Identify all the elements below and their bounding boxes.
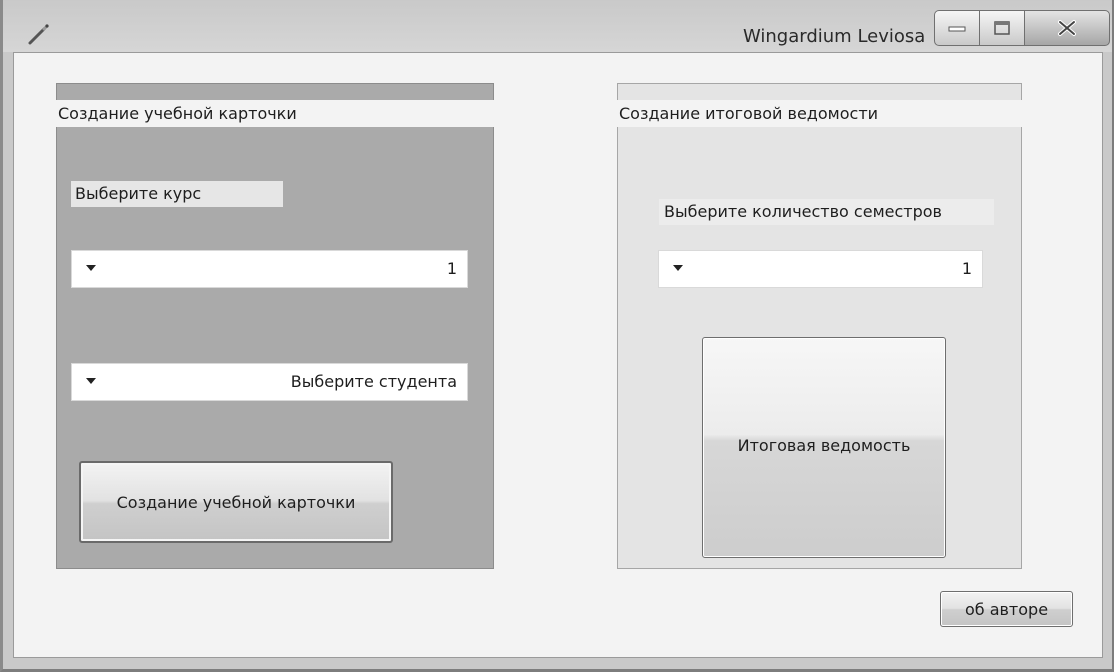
semesters-select-value: 1: [961, 259, 972, 278]
statement-panel: Создание итоговой ведомости Выберите кол…: [617, 83, 1023, 569]
create-card-button[interactable]: Создание учебной карточки: [79, 461, 393, 543]
course-select[interactable]: 1: [71, 250, 468, 288]
client-area: Создание учебной карточки Выберите курс …: [13, 52, 1103, 658]
course-select-value: 1: [446, 259, 457, 278]
create-card-button-label: Создание учебной карточки: [116, 492, 356, 512]
dropdown-arrow-icon: [673, 265, 683, 271]
about-author-button[interactable]: об авторе: [940, 591, 1073, 627]
maximize-button[interactable]: [979, 10, 1025, 46]
student-select[interactable]: Выберите студента: [71, 363, 468, 401]
wand-icon: [28, 24, 49, 45]
minimize-icon: [948, 26, 966, 32]
card-panel-header: Создание учебной карточки: [56, 100, 495, 127]
semesters-label: Выберите количество семестров: [659, 199, 994, 225]
final-statement-button-label: Итоговая ведомость: [737, 436, 911, 455]
course-label: Выберите курс: [71, 181, 283, 207]
close-button[interactable]: [1024, 10, 1110, 46]
statement-panel-header: Создание итоговой ведомости: [617, 100, 1023, 127]
dropdown-arrow-icon: [86, 378, 96, 384]
app-window: Wingardium Leviosa Создание учебной карт…: [0, 0, 1114, 672]
about-author-button-label: об авторе: [964, 599, 1049, 619]
card-panel: Создание учебной карточки Выберите курс …: [56, 83, 495, 569]
minimize-button[interactable]: [934, 10, 980, 46]
dropdown-arrow-icon: [86, 265, 96, 271]
window-title: Wingardium Leviosa: [743, 26, 926, 47]
semesters-select[interactable]: 1: [658, 250, 983, 288]
maximize-icon: [994, 21, 1010, 35]
close-icon: [1058, 20, 1076, 36]
title-bar[interactable]: Wingardium Leviosa: [3, 0, 1112, 52]
final-statement-button[interactable]: Итоговая ведомость: [702, 337, 946, 558]
student-select-value: Выберите студента: [290, 372, 457, 391]
